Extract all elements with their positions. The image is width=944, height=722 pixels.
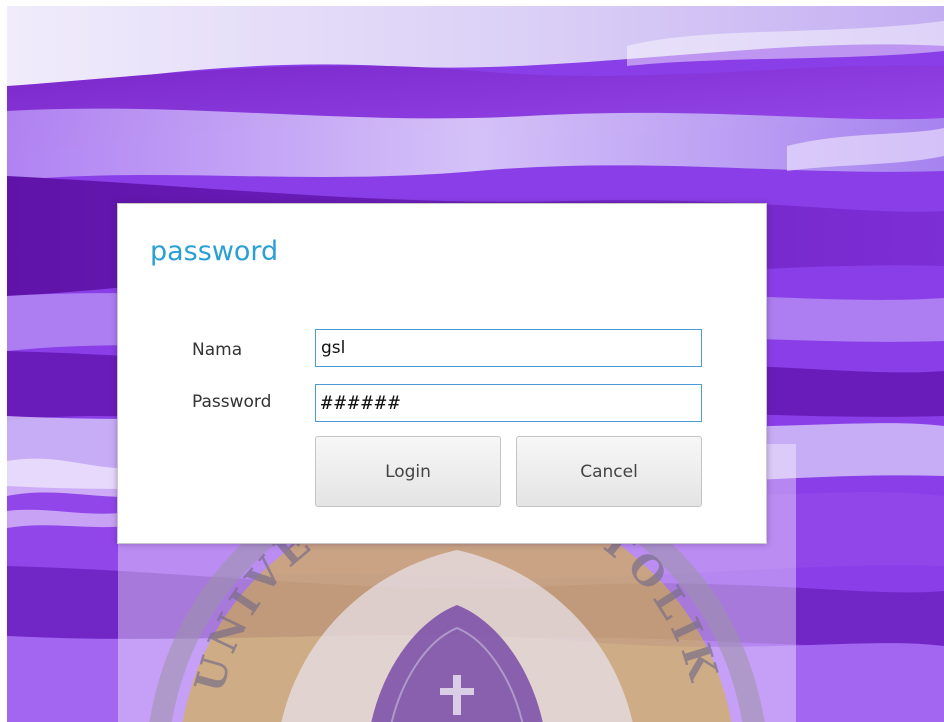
cancel-button[interactable]: Cancel (516, 436, 702, 507)
password-label: Password (192, 392, 272, 412)
name-label: Nama (192, 340, 243, 360)
desktop-screen: UNIVERSITAS KATOLIK password Nama Passwo… (0, 0, 944, 722)
password-input[interactable] (315, 384, 702, 422)
login-button[interactable]: Login (315, 436, 501, 507)
login-dialog: password Nama Password Login Cancel (117, 203, 767, 544)
name-input[interactable] (315, 329, 702, 367)
dialog-title: password (150, 236, 279, 267)
